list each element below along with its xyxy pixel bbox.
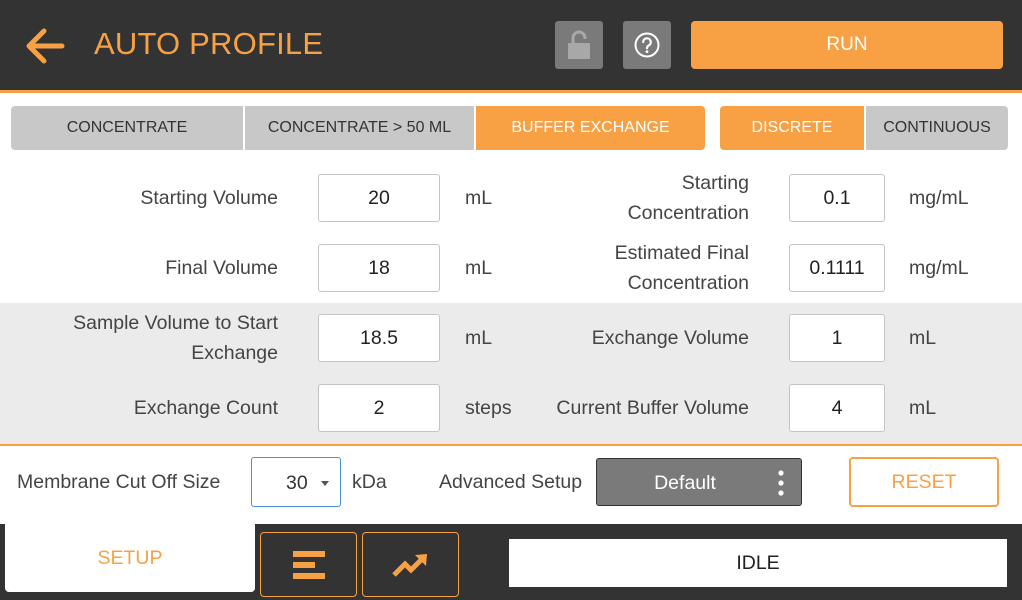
reset-button[interactable]: RESET — [849, 457, 999, 507]
unlock-icon — [568, 30, 590, 59]
starting-concentration-unit: mg/mL — [909, 187, 969, 209]
status-indicator: IDLE — [509, 539, 1007, 587]
membrane-cutoff-unit: kDa — [352, 471, 387, 493]
starting-concentration-label-line1: Starting — [681, 172, 749, 194]
starting-concentration-input[interactable]: 0.1 — [789, 174, 885, 222]
app-header: AUTO PROFILE RUN — [0, 0, 1022, 90]
tab-buffer-exchange[interactable]: BUFFER EXCHANGE — [476, 106, 705, 150]
steps-list-button[interactable] — [260, 532, 357, 597]
kebab-menu-icon — [778, 470, 784, 496]
tab-continuous[interactable]: CONTINUOUS — [866, 106, 1008, 150]
exchange-count-input[interactable]: 2 — [318, 384, 440, 432]
trend-chart-button[interactable] — [362, 532, 459, 597]
starting-volume-label: Starting Volume — [140, 187, 278, 209]
lock-button[interactable] — [555, 21, 603, 69]
starting-volume-unit: mL — [465, 187, 493, 209]
run-button[interactable]: RUN — [691, 21, 1003, 69]
sample-volume-unit: mL — [465, 327, 493, 349]
advanced-setup-button[interactable]: Default — [596, 458, 802, 506]
final-volume-input[interactable]: 18 — [318, 244, 440, 292]
page-title: AUTO PROFILE — [94, 26, 324, 61]
sample-volume-label-line1: Sample Volume to Start — [73, 312, 278, 334]
estimated-final-concentration-label-line1: Estimated Final — [614, 242, 749, 264]
final-volume-label: Final Volume — [165, 257, 278, 279]
final-volume-unit: mL — [465, 257, 493, 279]
chevron-down-icon — [321, 481, 329, 486]
exchange-volume-input[interactable]: 1 — [789, 314, 885, 362]
tab-setup[interactable]: SETUP — [5, 524, 255, 592]
tab-concentrate[interactable]: CONCENTRATE — [11, 106, 243, 150]
membrane-cutoff-value: 30 — [286, 472, 308, 494]
sample-volume-input[interactable]: 18.5 — [318, 314, 440, 362]
tab-discrete[interactable]: DISCRETE — [720, 106, 864, 150]
tab-concentrate-over-50ml[interactable]: CONCENTRATE > 50 ML — [245, 106, 474, 150]
sample-volume-label-line2: Exchange — [191, 342, 278, 364]
current-buffer-volume-input[interactable]: 4 — [789, 384, 885, 432]
starting-volume-input[interactable]: 20 — [318, 174, 440, 222]
current-buffer-volume-unit: mL — [909, 397, 937, 419]
back-button[interactable] — [22, 24, 70, 68]
membrane-cutoff-label: Membrane Cut Off Size — [17, 471, 221, 493]
estimated-final-concentration-label-line2: Concentration — [627, 272, 749, 294]
exchange-volume-label: Exchange Volume — [591, 327, 749, 349]
header-divider — [0, 90, 1022, 93]
advanced-setup-label: Advanced Setup — [439, 471, 583, 493]
current-buffer-volume-label: Current Buffer Volume — [556, 397, 749, 419]
arrow-left-icon — [26, 28, 65, 64]
estimated-final-concentration-unit: mg/mL — [909, 257, 969, 279]
help-button[interactable] — [623, 21, 671, 69]
estimated-final-concentration-input[interactable]: 0.1111 — [789, 244, 885, 292]
advanced-setup-value: Default — [654, 472, 716, 494]
exchange-count-unit: steps — [465, 397, 512, 419]
form-divider — [0, 444, 1022, 446]
help-circle-icon — [634, 32, 660, 58]
align-left-bars-icon — [292, 550, 325, 579]
exchange-volume-unit: mL — [909, 327, 937, 349]
membrane-cutoff-select[interactable]: 30 — [251, 457, 341, 507]
exchange-count-label: Exchange Count — [133, 397, 278, 419]
trending-up-icon — [391, 553, 427, 577]
starting-concentration-label-line2: Concentration — [627, 202, 749, 224]
